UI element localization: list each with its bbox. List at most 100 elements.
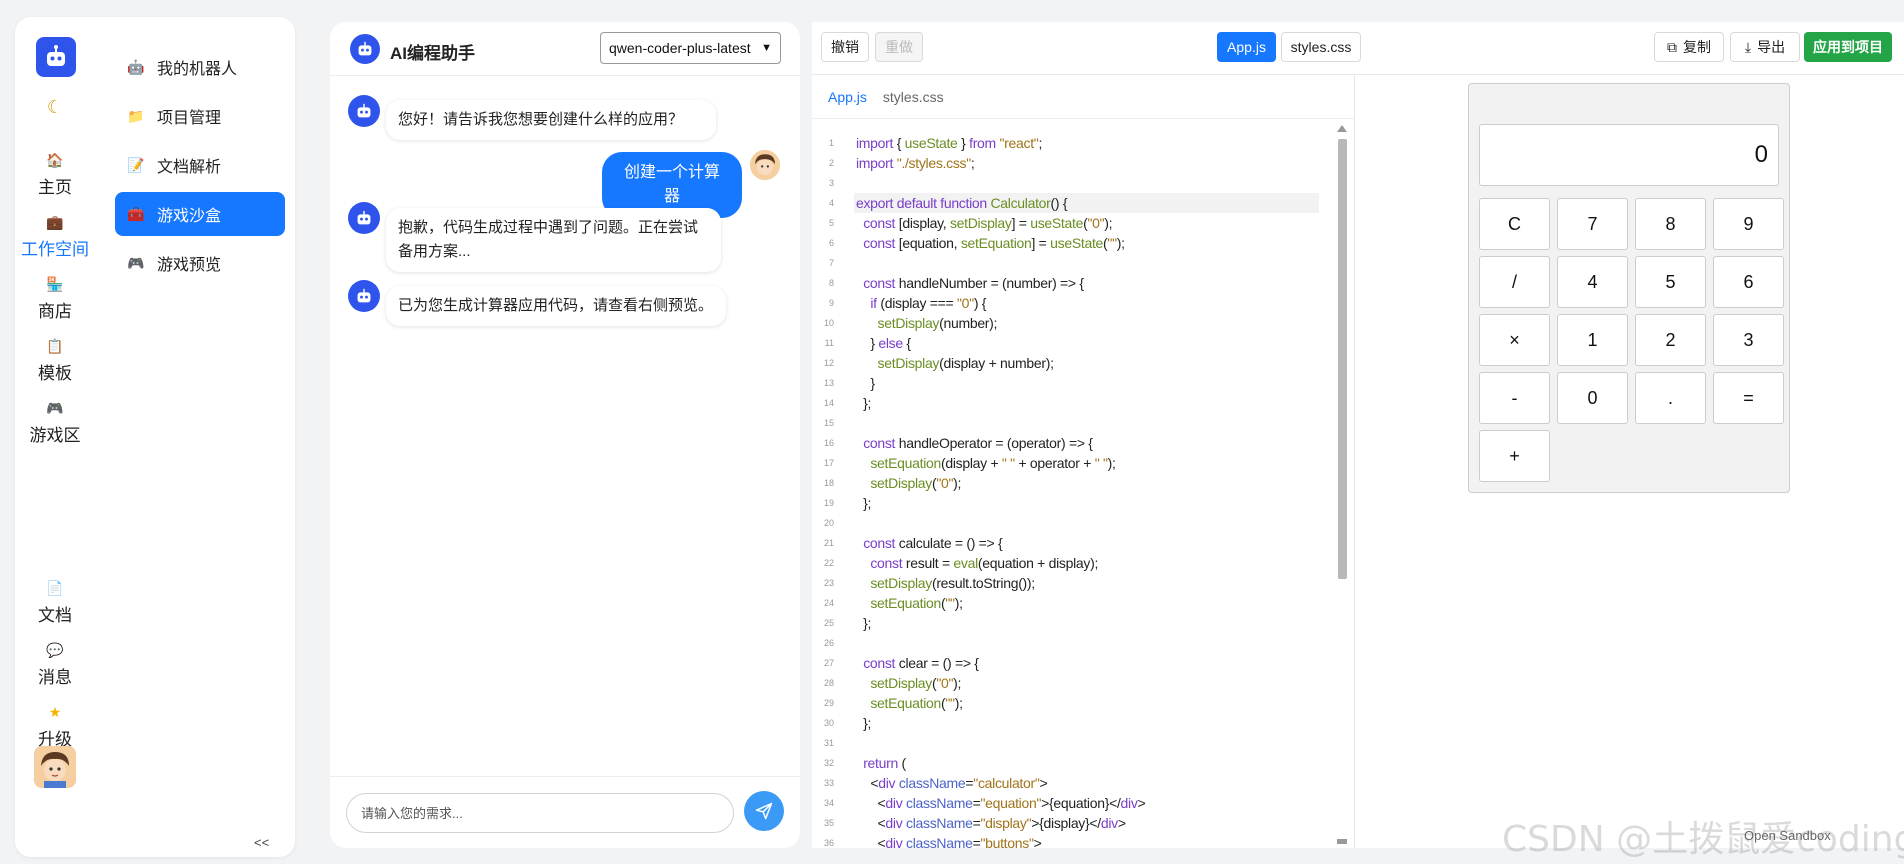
calculator-key[interactable]: 7 <box>1557 198 1628 250</box>
assistant-logo-icon <box>350 34 380 64</box>
code-text: } <box>856 375 875 391</box>
chevron-down-icon: ▼ <box>761 42 772 54</box>
collapse-sidebar-button[interactable]: << <box>254 835 269 850</box>
avatar-face-icon <box>34 746 76 788</box>
rail-item-home[interactable]: 🏠 主页 <box>15 151 95 198</box>
line-number: 18 <box>823 478 834 488</box>
code-text: setDisplay("0"); <box>870 675 962 691</box>
robot-icon <box>357 103 371 118</box>
line-number: 2 <box>828 158 834 168</box>
editor-tab-styles-css[interactable]: styles.css <box>883 89 944 105</box>
tab-styles-css[interactable]: styles.css <box>1281 32 1361 62</box>
code-line: 24 setEquation(""); <box>812 593 1352 613</box>
export-button[interactable]: ⤓ 导出 <box>1730 32 1800 62</box>
calculator-key[interactable]: / <box>1479 256 1550 308</box>
code-text: return ( <box>863 755 906 771</box>
scroll-down-arrow-icon[interactable] <box>1337 839 1347 844</box>
nav-item-label: 我的机器人 <box>157 61 238 78</box>
nav-item-my-robots[interactable]: 🤖 我的机器人 <box>115 45 285 89</box>
bot-avatar <box>348 95 380 127</box>
calculator-key[interactable]: 8 <box>1635 198 1706 250</box>
user-avatar[interactable] <box>34 746 76 788</box>
editor-scrollbar[interactable] <box>1336 121 1348 848</box>
rail-item-templates[interactable]: 📋 模板 <box>15 337 95 384</box>
nav-item-game-preview[interactable]: 🎮 游戏预览 <box>115 241 285 285</box>
code-text: const clear = () => { <box>863 655 979 671</box>
rail-item-messages[interactable]: 💬 消息 <box>15 641 95 688</box>
rail-item-docs[interactable]: 📄 文档 <box>15 579 95 626</box>
line-number: 6 <box>828 238 834 248</box>
line-number: 15 <box>823 418 834 428</box>
gamepad-icon: 🎮 <box>127 254 145 271</box>
code-text: setDisplay(display + number); <box>877 355 1054 371</box>
calculator-key[interactable]: 6 <box>1713 256 1784 308</box>
app-logo[interactable] <box>36 37 76 77</box>
code-editor[interactable]: App.js styles.css 1 import { useState } f… <box>812 75 1355 851</box>
store-icon: 🏪 <box>46 276 64 292</box>
code-text: setDisplay(result.toString()); <box>870 575 1035 591</box>
calculator-key[interactable]: 2 <box>1635 314 1706 366</box>
calculator-key[interactable]: 5 <box>1635 256 1706 308</box>
code-text: <div className="equation">{equation}</di… <box>856 795 1146 811</box>
line-number: 28 <box>823 678 834 688</box>
calculator-key[interactable]: × <box>1479 314 1550 366</box>
apply-to-project-button[interactable]: 应用到项目 <box>1804 32 1892 62</box>
code-text: setEquation(display + " " + operator + "… <box>870 455 1116 471</box>
calculator-key[interactable]: 3 <box>1713 314 1784 366</box>
calculator-key[interactable]: 1 <box>1557 314 1628 366</box>
tab-app-js[interactable]: App.js <box>1217 32 1276 62</box>
code-text: import { useState } from "react"; <box>856 135 1043 151</box>
scroll-up-arrow-icon[interactable] <box>1337 125 1347 132</box>
undo-button[interactable]: 撤销 <box>821 32 869 62</box>
line-number: 5 <box>828 218 834 228</box>
code-line: 28 setDisplay("0"); <box>812 673 1352 693</box>
code-text: if (display === "0") { <box>870 295 987 311</box>
chat-input[interactable] <box>346 793 734 833</box>
rail-item-workspace[interactable]: 💼 工作空间 <box>15 213 95 260</box>
code-text: }; <box>856 495 872 511</box>
calculator-key[interactable]: . <box>1635 372 1706 424</box>
redo-button[interactable]: 重做 <box>875 32 923 62</box>
code-line: 25 }; <box>812 613 1352 633</box>
briefcase-icon: 💼 <box>46 214 64 230</box>
editor-tab-app-js[interactable]: App.js <box>828 89 867 105</box>
line-number: 11 <box>824 338 834 348</box>
line-number: 32 <box>823 758 834 768</box>
code-line: 31 <box>812 733 1352 753</box>
calculator-key[interactable]: C <box>1479 198 1550 250</box>
line-number: 20 <box>823 518 834 528</box>
line-number: 27 <box>823 658 834 668</box>
nav-item-doc-parse[interactable]: 📝 文档解析 <box>115 143 285 187</box>
nav-item-game-sandbox[interactable]: 🧰 游戏沙盒 <box>115 192 285 236</box>
rail-item-upgrade[interactable]: ★ 升级 <box>15 703 95 750</box>
bot-avatar <box>348 280 380 312</box>
code-text: const result = eval(equation + display); <box>870 555 1099 571</box>
calculator-key[interactable]: - <box>1479 372 1550 424</box>
model-select[interactable]: qwen-coder-plus-latest ▼ <box>600 32 781 64</box>
rail-item-store[interactable]: 🏪 商店 <box>15 275 95 322</box>
rail-item-games[interactable]: 🎮 游戏区 <box>15 399 95 446</box>
calculator-key[interactable]: 0 <box>1557 372 1628 424</box>
code-line: 36 <div className="buttons"> <box>812 833 1352 853</box>
scrollbar-thumb[interactable] <box>1338 139 1347 579</box>
bot-message: 已为您生成计算器应用代码，请查看右侧预览。 <box>386 286 726 326</box>
code-line: 35 <div className="display">{display}</d… <box>812 813 1352 833</box>
code-text: const [display, setDisplay] = useState("… <box>863 215 1113 231</box>
line-number: 17 <box>823 458 834 468</box>
line-number: 30 <box>823 718 834 728</box>
code-line: 22 const result = eval(equation + displa… <box>812 553 1352 573</box>
calculator-key[interactable]: 4 <box>1557 256 1628 308</box>
theme-toggle-moon-icon[interactable]: ☾ <box>15 97 95 118</box>
edit-document-icon: 📝 <box>127 156 145 173</box>
code-line: 21 const calculate = () => { <box>812 533 1352 553</box>
calculator-key[interactable]: + <box>1479 430 1550 482</box>
rail-item-label: 游戏区 <box>29 426 81 445</box>
star-icon: ★ <box>48 704 62 720</box>
send-button[interactable] <box>744 791 784 831</box>
open-sandbox-link[interactable]: Open Sandbox <box>1744 828 1831 843</box>
calculator-key[interactable]: 9 <box>1713 198 1784 250</box>
code-text: const handleOperator = (operator) => { <box>863 435 1093 451</box>
copy-button[interactable]: ⧉ 复制 <box>1654 32 1724 62</box>
calculator-key[interactable]: = <box>1713 372 1784 424</box>
nav-item-projects[interactable]: 📁 项目管理 <box>115 94 285 138</box>
